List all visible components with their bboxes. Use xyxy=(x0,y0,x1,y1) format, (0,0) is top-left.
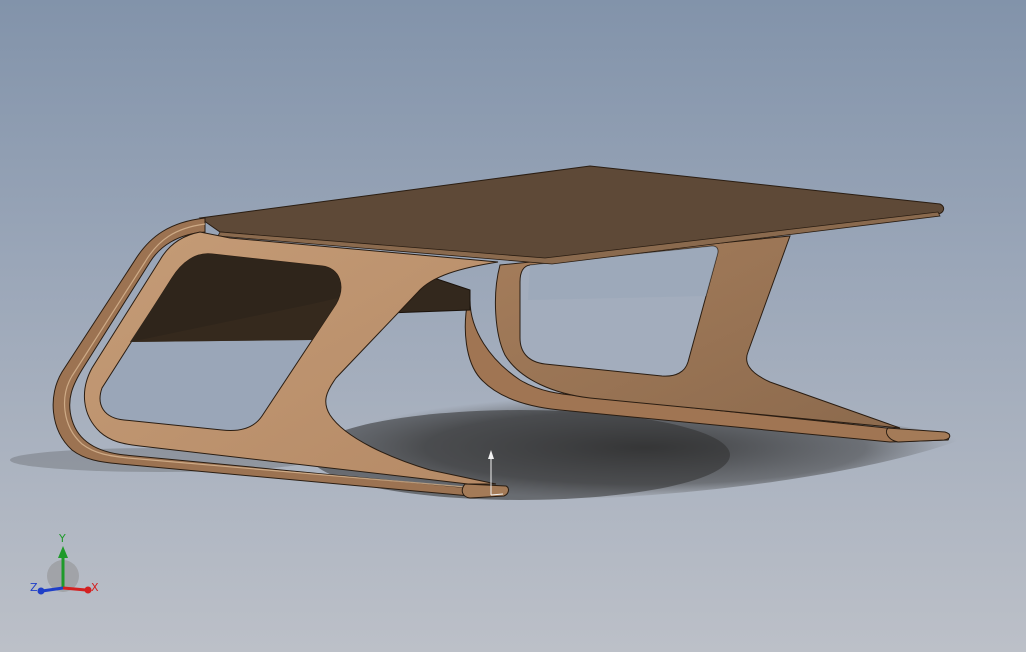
back-foot xyxy=(885,427,951,443)
triad-y-label: Y xyxy=(59,532,66,545)
laptop-stand-model[interactable] xyxy=(0,0,1026,652)
view-triad[interactable]: Y X Z xyxy=(28,530,108,602)
triad-x-label: X xyxy=(91,581,99,594)
triad-z-label: Z xyxy=(30,581,38,594)
graphics-viewport[interactable]: Y X Z xyxy=(0,0,1026,652)
